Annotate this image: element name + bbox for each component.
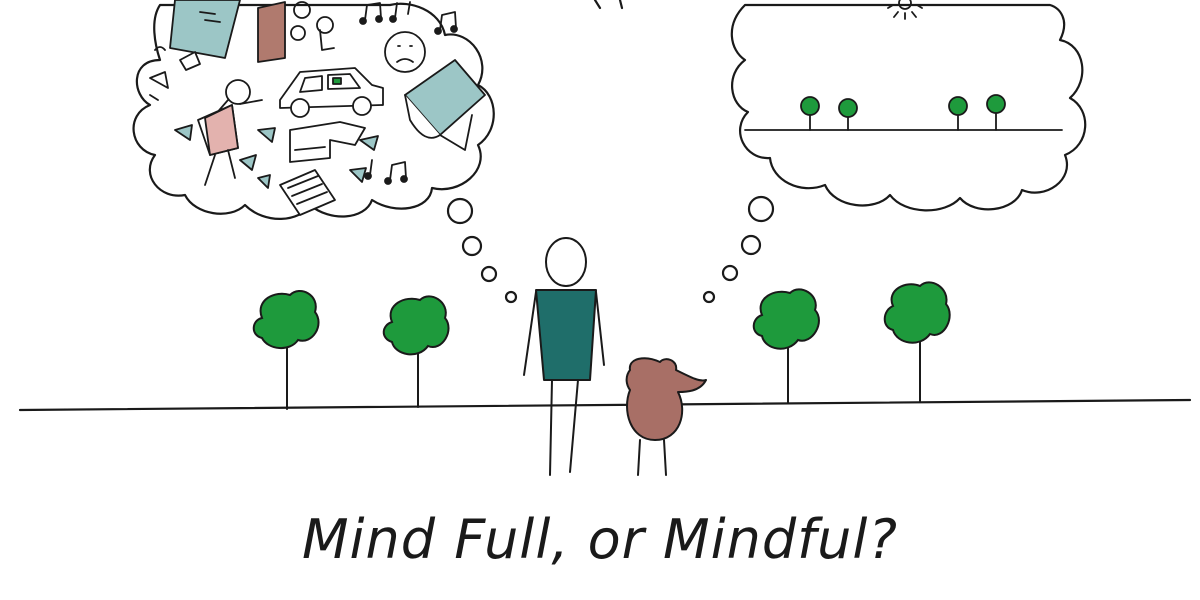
- top-marks: [593, 0, 624, 10]
- car-icon: [279, 67, 384, 118]
- caption-text: Mind Full, or Mindful?: [301, 508, 899, 571]
- thought-bubble: [461, 235, 483, 257]
- tree-icon: [986, 94, 1006, 131]
- tree-icon: [382, 295, 450, 408]
- thought-bubble: [702, 290, 716, 304]
- thought-bubble: [480, 265, 498, 283]
- tree-icon: [252, 290, 320, 410]
- thought-bubble: [504, 290, 518, 304]
- thought-cloud-calm: [730, 3, 1087, 212]
- thought-bubble: [446, 197, 474, 225]
- sun-icon: [887, 0, 923, 20]
- busy-thoughts: [149, 0, 486, 216]
- illustration: Mind Full, or Mindful?: [0, 0, 1200, 600]
- tree-icon: [948, 96, 968, 131]
- stick-figure-person: [523, 237, 605, 476]
- tree-icon: [800, 96, 820, 131]
- thought-bubble: [740, 234, 762, 256]
- tree-icon: [838, 98, 858, 131]
- thought-bubble: [747, 195, 775, 223]
- thought-bubble: [721, 264, 739, 282]
- tree-icon: [883, 281, 951, 402]
- ground-line: [18, 398, 1192, 412]
- tree-icon: [752, 288, 820, 404]
- calm-thoughts: [744, 0, 1063, 131]
- dog-icon: [625, 357, 707, 476]
